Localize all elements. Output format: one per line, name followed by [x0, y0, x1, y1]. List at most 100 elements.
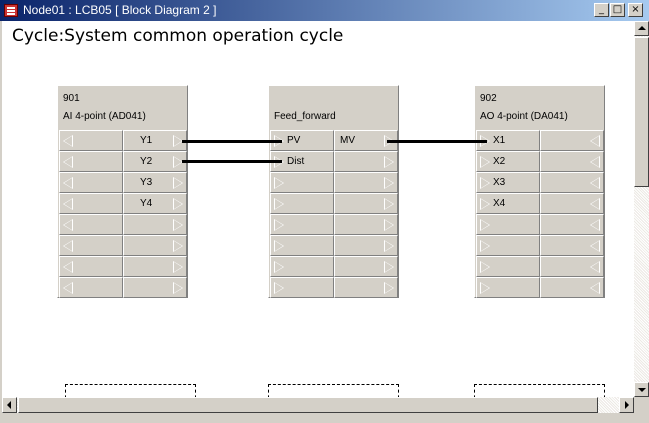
input-terminal[interactable]: X4 [476, 193, 540, 214]
close-button[interactable]: × [628, 3, 643, 17]
scrollbar-corner [634, 397, 649, 413]
output-terminal[interactable]: Y3 [123, 172, 187, 193]
connection-wire-y1-pv[interactable] [182, 140, 282, 143]
block-terminals: PV MV Dist [270, 130, 398, 298]
output-terminal[interactable] [540, 172, 604, 193]
input-arrow-icon [63, 261, 73, 273]
vertical-scrollbar[interactable] [634, 21, 649, 397]
output-terminal[interactable] [123, 277, 187, 298]
app-icon [4, 4, 18, 17]
input-terminal[interactable] [59, 193, 123, 214]
scroll-right-button[interactable] [619, 397, 634, 413]
block-id: 902 [480, 93, 497, 104]
output-terminal[interactable] [123, 256, 187, 277]
connection-wire-y2-dist[interactable] [182, 160, 282, 163]
function-block-901[interactable]: 901 AI 4-point (AD041) Y1 Y2 Y3 Y4 [57, 85, 188, 298]
output-terminal[interactable] [334, 256, 398, 277]
input-terminal[interactable]: X2 [476, 151, 540, 172]
input-terminal[interactable] [59, 256, 123, 277]
terminal-row [270, 256, 398, 277]
empty-block-slot[interactable] [65, 384, 196, 397]
input-terminal[interactable] [59, 172, 123, 193]
input-terminal[interactable] [270, 214, 334, 235]
output-terminal[interactable] [540, 235, 604, 256]
window-title-bar[interactable]: Node01 : LCB05 [ Block Diagram 2 ] _ □ × [0, 0, 649, 21]
output-terminal[interactable] [540, 193, 604, 214]
window-frame-bottom [0, 413, 649, 423]
horizontal-scrollbar[interactable] [2, 397, 634, 413]
input-terminal[interactable] [59, 130, 123, 151]
terminal-label: PV [287, 135, 301, 146]
input-arrow-icon [274, 219, 284, 231]
connection-wire-mv-x1[interactable] [387, 140, 487, 143]
output-terminal[interactable] [334, 235, 398, 256]
output-arrow-icon [173, 261, 183, 273]
output-terminal[interactable] [334, 172, 398, 193]
output-terminal[interactable]: Y1 [123, 130, 187, 151]
output-terminal[interactable] [540, 214, 604, 235]
block-name: AI 4-point (AD041) [63, 111, 146, 122]
function-block-feed-forward[interactable]: Feed_forward PV MV Dist [268, 85, 399, 298]
output-terminal[interactable] [334, 214, 398, 235]
block-terminals: Y1 Y2 Y3 Y4 [59, 130, 187, 298]
output-terminal[interactable] [540, 130, 604, 151]
output-arrow-icon [590, 177, 600, 189]
scroll-down-button[interactable] [634, 382, 649, 397]
input-arrow-icon [63, 240, 73, 252]
input-arrow-icon [480, 177, 490, 189]
terminal-row: Y4 [59, 193, 187, 214]
input-terminal[interactable] [270, 256, 334, 277]
input-arrow-icon [63, 177, 73, 189]
input-terminal[interactable] [476, 256, 540, 277]
output-terminal[interactable] [123, 235, 187, 256]
input-terminal[interactable] [59, 277, 123, 298]
empty-block-slot[interactable] [474, 384, 605, 397]
output-terminal[interactable] [540, 151, 604, 172]
output-terminal[interactable] [123, 214, 187, 235]
input-terminal[interactable] [270, 277, 334, 298]
horizontal-scroll-thumb[interactable] [18, 397, 598, 413]
input-terminal[interactable] [270, 235, 334, 256]
input-terminal[interactable] [476, 214, 540, 235]
output-terminal[interactable]: Y2 [123, 151, 187, 172]
output-arrow-icon [384, 219, 394, 231]
input-arrow-icon [480, 282, 490, 294]
empty-block-slot[interactable] [268, 384, 399, 397]
block-id: 901 [63, 93, 80, 104]
vertical-scroll-thumb[interactable] [634, 37, 649, 187]
terminal-row: Y1 [59, 130, 187, 151]
diagram-canvas[interactable]: Cycle:System common operation cycle 901 … [2, 21, 634, 397]
block-header: Feed_forward [269, 86, 398, 126]
output-arrow-icon [384, 261, 394, 273]
terminal-row: X4 [476, 193, 604, 214]
output-terminal[interactable] [540, 256, 604, 277]
terminal-row [270, 235, 398, 256]
output-terminal[interactable] [334, 277, 398, 298]
input-terminal[interactable] [270, 193, 334, 214]
block-name: AO 4-point (DA041) [480, 111, 568, 122]
output-terminal[interactable] [334, 151, 398, 172]
input-terminal[interactable] [59, 151, 123, 172]
output-arrow-icon [173, 240, 183, 252]
input-terminal[interactable]: X3 [476, 172, 540, 193]
input-arrow-icon [274, 240, 284, 252]
scroll-up-button[interactable] [634, 21, 649, 36]
output-terminal[interactable] [334, 193, 398, 214]
cycle-label: Cycle:System common operation cycle [12, 26, 344, 46]
block-name: Feed_forward [274, 111, 336, 122]
terminal-row [59, 235, 187, 256]
scroll-left-button[interactable] [2, 397, 17, 413]
input-terminal[interactable] [476, 235, 540, 256]
minimize-button[interactable]: _ [594, 3, 609, 17]
input-terminal[interactable] [476, 277, 540, 298]
terminal-row [270, 193, 398, 214]
input-terminal[interactable] [59, 235, 123, 256]
maximize-button[interactable]: □ [610, 3, 625, 17]
function-block-902[interactable]: 902 AO 4-point (DA041) X1 X2 X3 X4 [474, 85, 605, 298]
input-terminal[interactable] [59, 214, 123, 235]
input-terminal[interactable] [270, 172, 334, 193]
input-arrow-icon [63, 198, 73, 210]
input-arrow-icon [480, 219, 490, 231]
output-terminal[interactable] [540, 277, 604, 298]
output-terminal[interactable]: Y4 [123, 193, 187, 214]
